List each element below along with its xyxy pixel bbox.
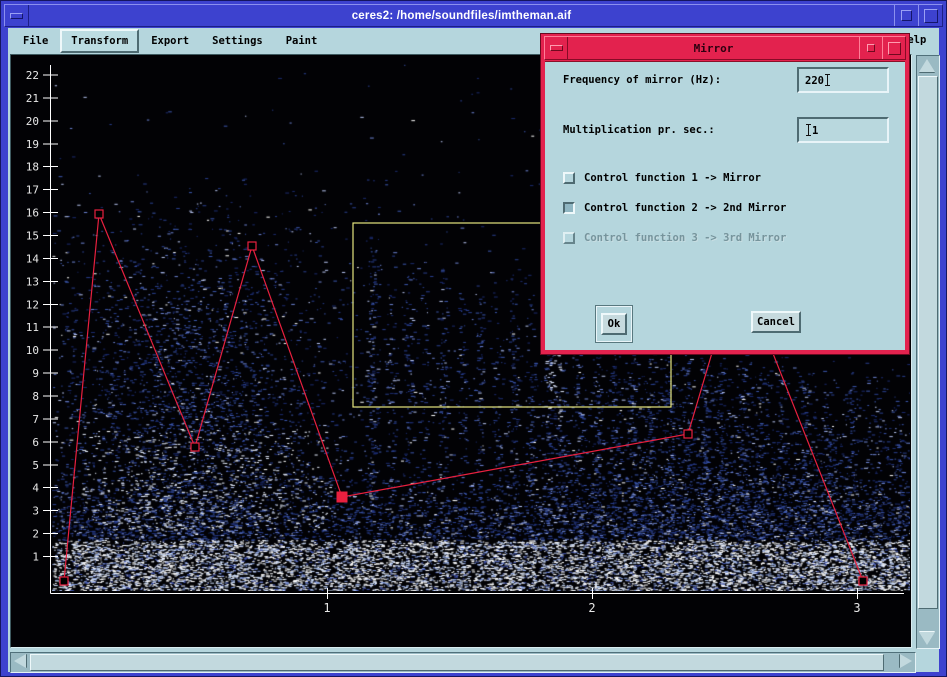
y-tick-label: 10 [26, 344, 39, 357]
x-tick-label: 1 [323, 601, 330, 615]
dialog-minimize-button[interactable] [859, 37, 882, 59]
multiplication-input[interactable]: 1 [797, 117, 889, 143]
y-tick-label: 19 [26, 138, 39, 151]
y-tick-label: 8 [32, 390, 39, 403]
y-tick-label: 3 [32, 505, 39, 518]
dialog-menu-icon [550, 45, 563, 51]
menu-item-file[interactable]: File [12, 29, 59, 53]
frequency-label: Frequency of mirror (Hz): [563, 74, 721, 86]
dialog-maximize-icon [888, 42, 901, 55]
control-point-open[interactable] [191, 443, 199, 451]
y-tick-label: 12 [26, 298, 39, 311]
text-caret [824, 74, 831, 86]
dialog-minimize-icon [867, 44, 875, 52]
text-caret [805, 124, 812, 136]
scroll-right-icon[interactable] [900, 654, 912, 668]
menu-item-export[interactable]: Export [140, 29, 200, 53]
window-menu-icon [10, 13, 23, 19]
dialog-maximize-button[interactable] [882, 37, 905, 59]
scroll-down-icon[interactable] [919, 632, 935, 645]
minimize-icon [901, 10, 912, 21]
control-point-open[interactable] [684, 430, 692, 438]
y-tick-label: 15 [26, 230, 39, 243]
scroll-up-icon[interactable] [919, 59, 935, 72]
x-tick-label: 3 [853, 601, 860, 615]
multiplication-label: Multiplication pr. sec.: [563, 124, 715, 136]
control-point-open[interactable] [60, 577, 68, 585]
y-tick-label: 5 [32, 459, 39, 472]
control-point-selected[interactable] [337, 492, 347, 502]
y-tick-label: 14 [26, 252, 40, 265]
y-tick-label: 21 [26, 92, 39, 105]
control-function-2-checkbox[interactable] [563, 202, 575, 214]
maximize-button[interactable] [918, 5, 942, 26]
app-window: ceres2: /home/soundfiles/imtheman.aif Fi… [0, 0, 947, 677]
y-tick-label: 22 [26, 69, 39, 82]
control-point-open[interactable] [248, 242, 256, 250]
control-point-open[interactable] [95, 210, 103, 218]
y-tick-label: 2 [32, 528, 39, 541]
control-function-2-label: Control function 2 -> 2nd Mirror [584, 202, 786, 214]
ok-default-ring: Ok [595, 305, 633, 343]
vertical-scrollbar[interactable] [916, 55, 940, 649]
vertical-scroll-thumb[interactable] [918, 76, 938, 609]
window-title: ceres2: /home/soundfiles/imtheman.aif [29, 10, 894, 22]
frequency-input[interactable]: 220 [797, 67, 889, 93]
y-tick-label: 6 [32, 436, 39, 449]
minimize-button[interactable] [894, 5, 918, 26]
dialog-menu-button[interactable] [545, 37, 568, 59]
control-function-3-row: Control function 3 -> 3rd Mirror [563, 230, 786, 246]
dialog-titlebar[interactable]: Mirror [544, 36, 906, 60]
control-function-2-row: Control function 2 -> 2nd Mirror [563, 200, 786, 216]
horizontal-scroll-thumb[interactable] [30, 654, 884, 671]
menu-item-paint[interactable]: Paint [275, 29, 329, 53]
y-tick-label: 16 [26, 207, 39, 220]
window-menu-button[interactable] [5, 5, 29, 26]
control-function-1-row: Control function 1 -> Mirror [563, 170, 761, 186]
horizontal-scrollbar[interactable] [10, 652, 916, 673]
ok-button[interactable]: Ok [601, 313, 628, 335]
y-tick-label: 9 [32, 367, 39, 380]
y-tick-label: 20 [26, 115, 39, 128]
y-tick-label: 7 [32, 413, 39, 426]
scroll-left-icon[interactable] [14, 654, 26, 668]
y-tick-label: 1 [32, 551, 39, 564]
control-point-open[interactable] [859, 577, 867, 585]
dialog-title: Mirror [568, 42, 859, 55]
y-tick-label: 11 [26, 321, 39, 334]
control-function-1-checkbox[interactable] [563, 172, 575, 184]
multiplication-value: 1 [812, 125, 818, 137]
menu-item-settings[interactable]: Settings [201, 29, 274, 53]
y-tick-label: 17 [26, 184, 39, 197]
titlebar[interactable]: ceres2: /home/soundfiles/imtheman.aif [4, 4, 943, 27]
control-function-1-label: Control function 1 -> Mirror [584, 172, 761, 184]
menu-item-transform[interactable]: Transform [60, 29, 139, 53]
control-function-3-checkbox[interactable] [563, 232, 575, 244]
x-tick-label: 2 [588, 601, 595, 615]
mirror-dialog: Mirror Frequency of mirror (Hz): 220 Mul… [540, 33, 910, 355]
y-tick-label: 18 [26, 161, 39, 174]
maximize-icon [924, 9, 938, 23]
y-tick-label: 4 [32, 482, 39, 495]
frequency-value: 220 [805, 75, 824, 87]
cancel-button[interactable]: Cancel [751, 311, 801, 333]
y-tick-label: 13 [26, 275, 39, 288]
control-function-3-label: Control function 3 -> 3rd Mirror [584, 232, 786, 244]
dialog-body: Frequency of mirror (Hz): 220 Multiplica… [545, 61, 905, 350]
